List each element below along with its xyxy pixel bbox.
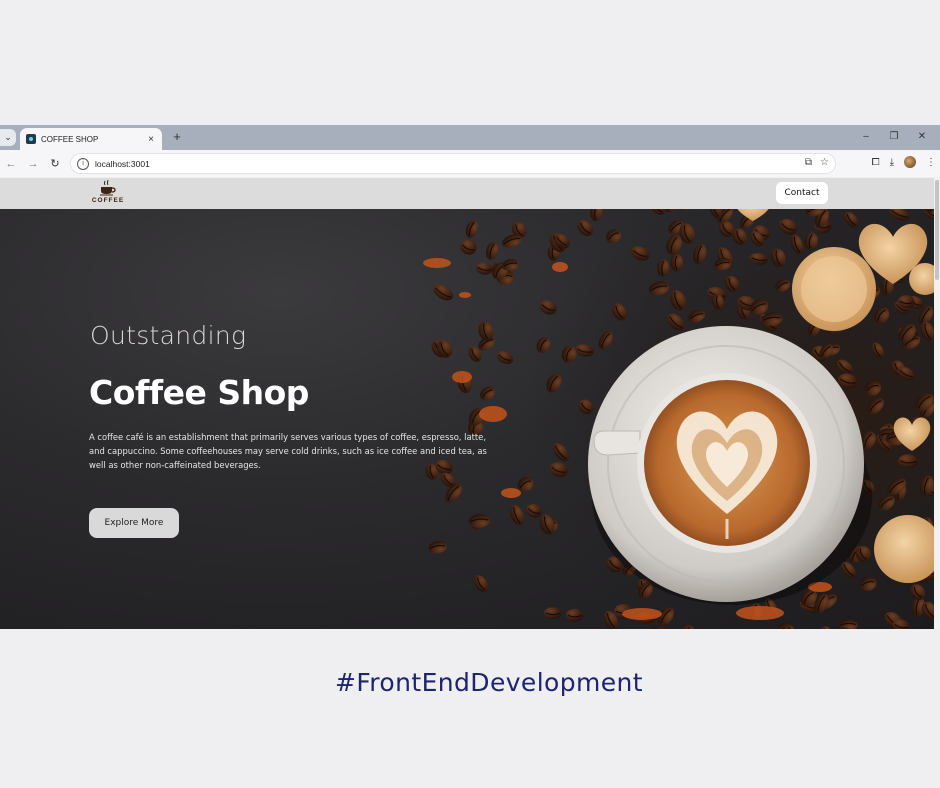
hero-description: A coffee café is an establishment that p…: [89, 432, 487, 470]
caption-hashtag: #FrontEndDevelopment: [335, 668, 643, 697]
tab-coffee-shop[interactable]: COFFEE SHOP ×: [20, 128, 162, 150]
window-controls: – ❐ ✕: [852, 128, 936, 146]
tab-title: COFFEE SHOP: [41, 134, 99, 144]
minimize-button[interactable]: –: [852, 128, 880, 146]
page-scrollbar[interactable]: [934, 178, 940, 629]
tab-close-icon[interactable]: ×: [146, 134, 156, 145]
forward-arrow-icon[interactable]: →: [22, 158, 44, 170]
tab-list-icon[interactable]: ⌄: [0, 129, 16, 146]
cast-icon[interactable]: ⧉: [805, 157, 812, 168]
bookmark-star-icon[interactable]: ☆: [820, 157, 829, 168]
browser-toolbar: ← → ↻ i localhost:3001 ⧉ ☆ ⧠ ⤓ ⋮: [0, 150, 940, 177]
scrollbar-thumb[interactable]: [935, 180, 939, 280]
coffee-cup-icon: [100, 180, 116, 196]
explore-more-button[interactable]: Explore More: [89, 508, 179, 538]
page-viewport: COFFEE Contact Outstanding Coffee Shop A…: [0, 178, 934, 629]
site-logo[interactable]: COFFEE: [89, 180, 127, 206]
browser-window: ⌄ COFFEE SHOP × + – ❐ ✕ ← → ↻ i localhos…: [0, 125, 940, 629]
address-bar[interactable]: i localhost:3001 ⧉ ☆: [70, 153, 836, 174]
hero-subtitle: Outstanding: [90, 321, 247, 350]
reload-icon[interactable]: ↻: [44, 157, 66, 170]
download-icon[interactable]: ⤓: [890, 157, 894, 168]
coffee-hero-image: [420, 209, 934, 629]
url-text: localhost:3001: [95, 158, 150, 169]
restore-button[interactable]: ❐: [880, 128, 908, 146]
cup-handle: [593, 430, 641, 456]
menu-kebab-icon[interactable]: ⋮: [926, 157, 936, 168]
back-arrow-icon[interactable]: ←: [0, 158, 22, 170]
extensions-icon[interactable]: ⧠: [872, 157, 880, 168]
contact-button[interactable]: Contact: [776, 182, 828, 204]
profile-avatar-icon[interactable]: [904, 156, 916, 168]
new-tab-button[interactable]: +: [170, 129, 184, 144]
logo-text: COFFEE: [91, 197, 125, 204]
close-window-button[interactable]: ✕: [908, 128, 936, 146]
favicon-icon: [26, 134, 36, 144]
hero-title: Coffee Shop: [89, 373, 309, 412]
site-navbar: COFFEE Contact: [0, 178, 934, 209]
tab-bar: ⌄ COFFEE SHOP × + – ❐ ✕: [0, 125, 940, 150]
hero-section: Outstanding Coffee Shop A coffee café is…: [0, 209, 934, 629]
site-info-icon[interactable]: i: [77, 157, 89, 170]
